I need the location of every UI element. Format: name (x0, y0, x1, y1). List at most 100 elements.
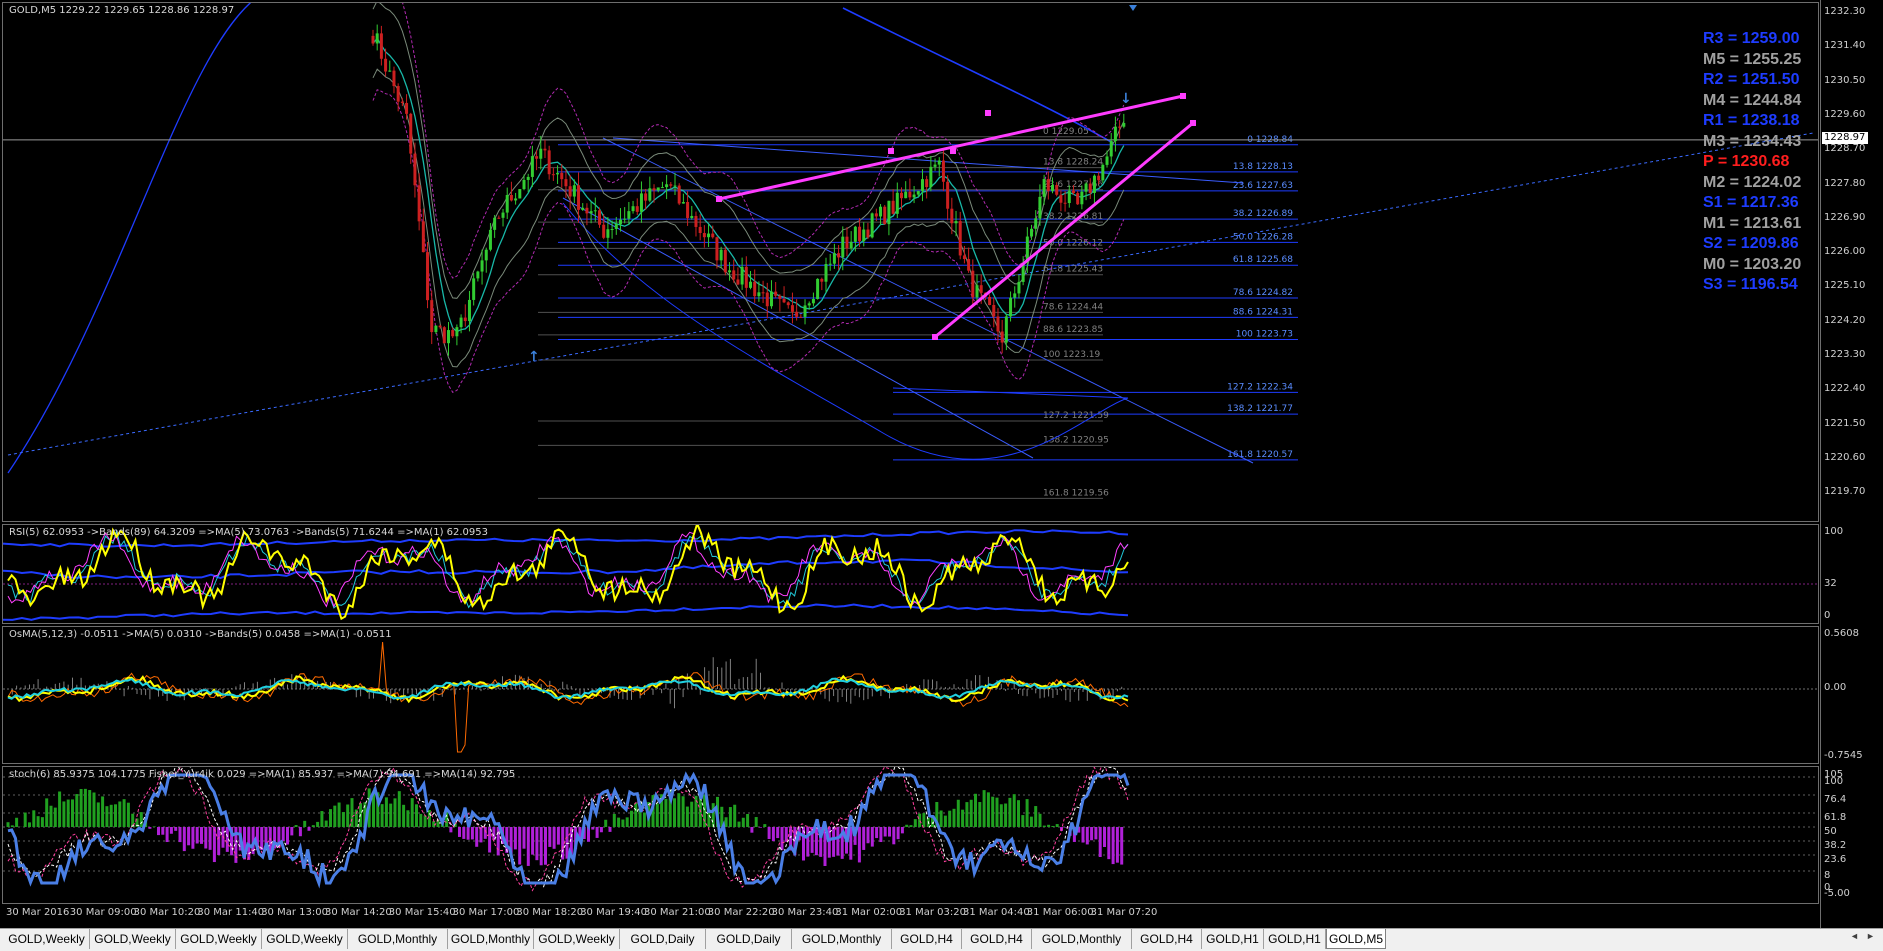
candle-body (895, 192, 899, 214)
rsi-canvas[interactable] (3, 525, 1819, 624)
chart-tab[interactable]: GOLD,Monthly (792, 929, 892, 949)
osma-canvas[interactable] (3, 627, 1819, 764)
chart-tab[interactable]: GOLD,Weekly (262, 929, 348, 949)
candle-body (631, 206, 635, 212)
candle-body (1051, 184, 1054, 192)
candle-body (853, 226, 857, 242)
candle-body (375, 33, 379, 44)
tab-gold-m5-active[interactable]: GOLD,M5 (1326, 929, 1386, 949)
candle-body (614, 224, 618, 229)
chart-tab[interactable]: GOLD,Weekly (90, 929, 176, 949)
candle-body (379, 33, 383, 59)
candle-body (740, 266, 744, 285)
candle-body (581, 207, 585, 210)
candle-body (593, 210, 597, 212)
candle-body (925, 179, 929, 188)
candle-body (430, 300, 434, 333)
chart-title: GOLD,M5 1229.22 1229.65 1228.86 1228.97 (9, 5, 235, 16)
chart-tab[interactable]: GOLD,H4 (962, 929, 1032, 949)
time-tick: 30 Mar 19:40 (580, 907, 647, 918)
fib-level-label: 138.2 1221.77 (1227, 404, 1293, 414)
stoch-pane[interactable]: stoch(6) 85.9375 104.1775 Fisher_Yur4ik … (2, 766, 1819, 904)
fib-level-label: 0 1229.05 (1043, 127, 1089, 137)
indicator-tick: 32 (1824, 578, 1837, 589)
candle-body (820, 278, 824, 282)
channel-anchor-point (888, 148, 894, 154)
candle-body (765, 292, 769, 307)
candle-body (1101, 164, 1105, 181)
candle-body (501, 212, 505, 218)
candle-body (757, 292, 761, 297)
candle-body (782, 298, 786, 303)
candle-body (975, 285, 979, 298)
candle-body (723, 249, 727, 273)
candle-body (686, 202, 690, 219)
candle-body (459, 317, 463, 328)
candle-body (514, 198, 518, 201)
dotted-trendline (7, 132, 1814, 456)
rsi-pane[interactable]: RSI(5) 62.0953 ->Bands(89) 64.3209 =>MA(… (2, 524, 1819, 624)
candle-body (1076, 193, 1080, 205)
candle-body (711, 233, 715, 238)
middle-band (372, 37, 1125, 333)
chart-tab[interactable]: GOLD,Daily (706, 929, 792, 949)
chart-tab[interactable]: GOLD,H1 (1264, 929, 1326, 949)
indicator-tick: 0 (1824, 610, 1831, 621)
candle-body (564, 179, 568, 187)
stoch-canvas[interactable] (3, 767, 1819, 904)
candle-body (778, 295, 782, 299)
channel-anchor-point (1190, 120, 1196, 126)
time-tick: 30 Mar 13:00 (261, 907, 328, 918)
candle-body (916, 191, 920, 195)
candle-body (967, 259, 971, 271)
osma-pane[interactable]: OsMA(5,12,3) -0.0511 ->MA(5) 0.0310 ->Ba… (2, 626, 1819, 764)
candle-body (451, 330, 455, 337)
chart-tab[interactable]: GOLD,H1 (1202, 929, 1264, 949)
candle-body (862, 229, 866, 242)
candle-body (652, 188, 656, 191)
candle-body (1118, 126, 1122, 128)
time-axis: 30 Mar 2016 30 Mar 09:00 30 Mar 10:20 30 Ma… (2, 904, 1819, 922)
candle-body (396, 86, 400, 102)
candle-body (1067, 190, 1071, 204)
candle-body (421, 221, 425, 253)
candle-body (992, 304, 996, 317)
candle-body (505, 195, 509, 213)
candle-body (690, 215, 694, 219)
candle-body (824, 263, 828, 282)
price-chart-pane[interactable]: 0 1228.84 13.8 1228.13 23.6 1227.63 38.2 12… (2, 2, 1819, 522)
candle-body (1038, 196, 1042, 219)
tab-scroll-right-icon[interactable]: ► (1866, 931, 1875, 947)
chart-tab[interactable]: GOLD,Monthly (348, 929, 448, 949)
pivot-level: M5 = 1255.25 (1703, 50, 1802, 68)
fib-level-label: 161.8 1219.56 (1043, 488, 1109, 498)
chart-tab[interactable]: GOLD,Weekly (176, 929, 262, 949)
fib-level-label: 100 1223.19 (1043, 350, 1101, 360)
candle-body (371, 35, 375, 44)
candle-body (774, 291, 778, 296)
candle-body (1088, 183, 1092, 193)
candle-body (484, 249, 488, 261)
price-chart-canvas[interactable]: 0 1228.8413.8 1228.1323.6 1227.6338.2 12… (3, 3, 1819, 522)
stoch-label: stoch(6) 85.9375 104.1775 Fisher_Yur4ik … (9, 769, 516, 780)
indicator-tick: 38.2 (1824, 840, 1847, 851)
chart-tab[interactable]: GOLD,Monthly (1032, 929, 1132, 949)
candle-body (883, 206, 887, 225)
chart-tab[interactable]: GOLD,Monthly (448, 929, 534, 949)
stoch-scale: 105 100 76.4 61.8 50 38.2 23.6 8 0 -5.00 (1822, 766, 1883, 904)
candle-body (560, 172, 564, 180)
chart-tab[interactable]: GOLD,H4 (892, 929, 962, 949)
tab-scroll-left-icon[interactable]: ◄ (1850, 931, 1859, 947)
time-tick: 30 Mar 17:00 (452, 907, 520, 918)
price-scale[interactable]: 1232.30 1231.40 1230.50 1229.60 1228.70 1227.… (1822, 2, 1883, 522)
channel-anchor-point (950, 148, 956, 154)
chart-tab[interactable]: GOLD,Daily (620, 929, 706, 949)
chart-tab[interactable]: GOLD,H4 (1132, 929, 1202, 949)
candle-body (1055, 184, 1059, 195)
chart-tab[interactable]: GOLD,Weekly (4, 929, 90, 949)
chart-tab[interactable]: GOLD,Weekly (534, 929, 620, 949)
candle-body (543, 148, 547, 151)
candle-body (962, 255, 966, 260)
candle-body (438, 325, 442, 328)
candle-body (790, 305, 794, 312)
